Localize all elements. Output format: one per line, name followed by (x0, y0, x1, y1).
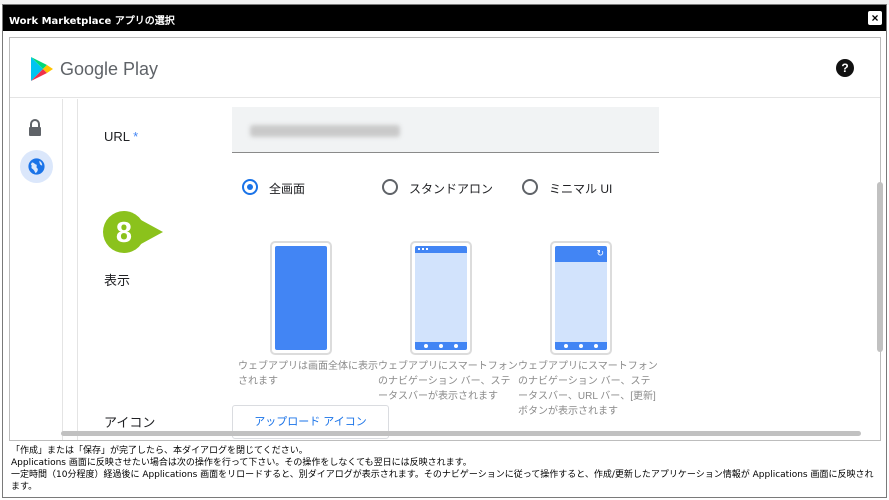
display-label: 表示 (104, 273, 131, 288)
google-play-brand: Google Play (60, 59, 159, 79)
phone-screen: ↻ (555, 246, 607, 350)
note-line: 「作成」または「保存」が完了したら、本ダイアログを閉じてください。 (11, 446, 308, 456)
url-bar: ↻ (555, 246, 607, 262)
url-input[interactable] (232, 107, 659, 153)
dialog-notes: 「作成」または「保存」が完了したら、本ダイアログを閉じてください。 Applic… (11, 445, 879, 493)
note-line: Applications 画面に反映させたい場合は次の操作を行って下さい。その操… (11, 458, 472, 468)
phone-preview-fullscreen (270, 241, 332, 355)
phone-screen (415, 246, 467, 350)
nav-item-web-app[interactable] (20, 150, 53, 183)
radio-minimal-ui[interactable] (522, 179, 538, 195)
note-line: 一定時間（10分程度）経過後に Applications 画面をリロードすると、… (11, 470, 874, 492)
radio-fullscreen[interactable] (242, 179, 258, 195)
phone-screen (275, 246, 327, 350)
option-label: スタンドアロン (409, 182, 494, 196)
lock-icon[interactable] (27, 119, 43, 137)
option-description: ウェブアプリにスマートフォンのナビゲーション バー、ステータスバーが表示されます (378, 361, 518, 402)
phone-preview-standalone (410, 241, 472, 355)
play-header: Google Play ? (10, 38, 880, 98)
option-label: ミニマル UI (549, 182, 613, 196)
close-icon[interactable]: × (868, 11, 882, 25)
vertical-scrollbar[interactable] (876, 42, 884, 442)
page: Work Marketplace アプリの選択 × Google Play ? (0, 0, 889, 500)
icon-label: アイコン (104, 415, 156, 430)
url-label: URL * (104, 129, 139, 144)
left-nav (10, 99, 63, 440)
refresh-icon: ↻ (596, 248, 604, 258)
option-label: 全画面 (269, 182, 306, 196)
option-description: ウェブアプリにスマートフォンのナビゲーション バー、ステータスバー、URL バー… (518, 361, 658, 417)
status-bar (415, 246, 467, 253)
play-frame: Google Play ? URL * 8 表示 全画面 ウェブアプリは画面全体… (9, 37, 881, 441)
step-badge-number: 8 (116, 217, 132, 249)
google-play-icon (31, 57, 53, 81)
horizontal-scroll-thumb[interactable] (61, 431, 861, 436)
app-select-dialog: Work Marketplace アプリの選択 × Google Play ? (2, 4, 887, 498)
dialog-title: Work Marketplace アプリの選択 (9, 16, 175, 27)
vertical-scroll-thumb[interactable] (877, 182, 883, 352)
globe-icon (28, 158, 45, 175)
web-app-form: URL * 8 表示 全画面 ウェブアプリは画面全体に表示されます スタンドアロ… (77, 99, 873, 440)
horizontal-scrollbar[interactable] (61, 430, 861, 437)
dialog-titlebar: Work Marketplace アプリの選択 × (3, 5, 886, 31)
nav-bar (415, 342, 467, 350)
step-badge: 8 (103, 211, 163, 253)
help-icon[interactable]: ? (836, 59, 854, 77)
url-value-redacted (250, 125, 400, 137)
nav-bar (555, 342, 607, 350)
option-description: ウェブアプリは画面全体に表示されます (238, 361, 378, 387)
radio-standalone[interactable] (382, 179, 398, 195)
phone-preview-minimal-ui: ↻ (550, 241, 612, 355)
